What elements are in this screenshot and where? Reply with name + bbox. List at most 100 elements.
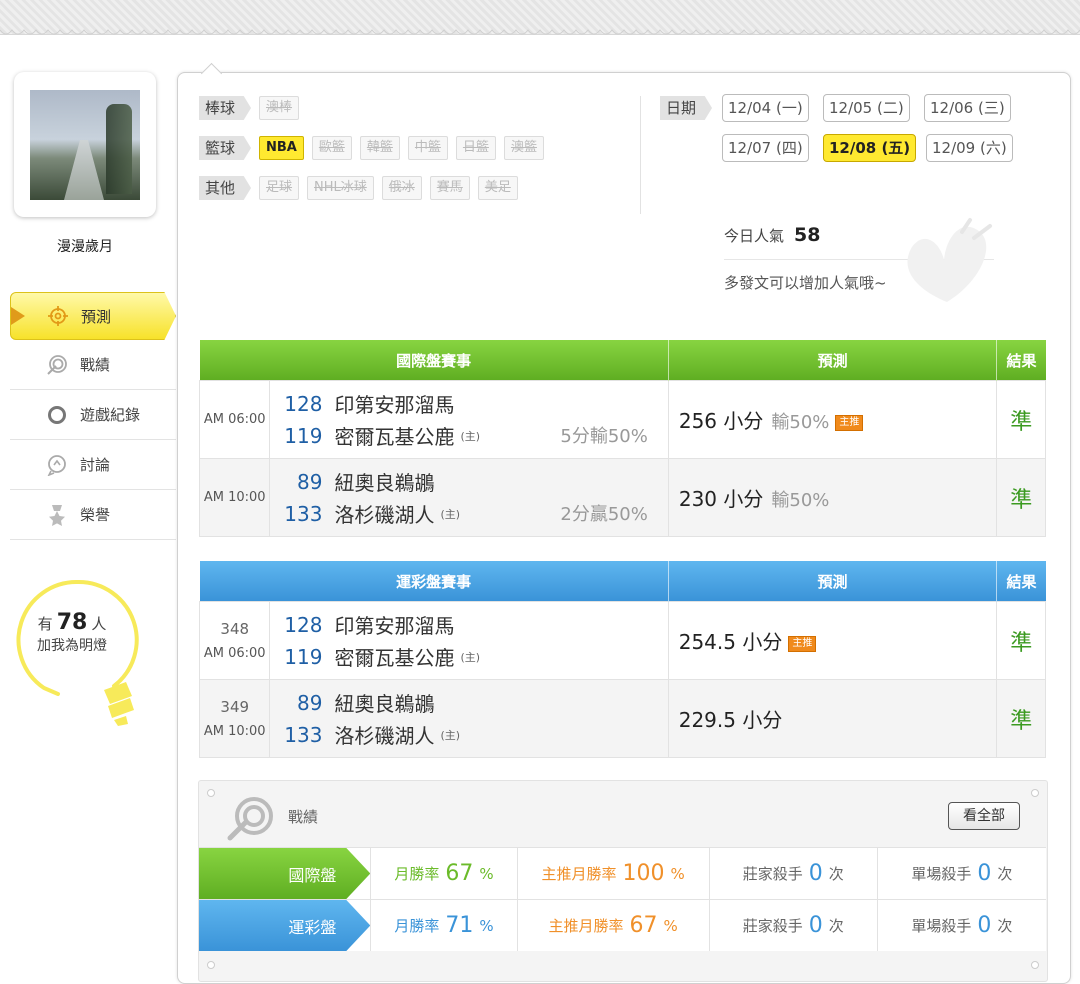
team-name: 洛杉磯湖人 <box>334 503 435 527</box>
spread-result: 5分輸50% <box>560 426 648 447</box>
stat-value: 71 <box>445 913 474 938</box>
popularity: 今日人氣 58 <box>724 224 820 246</box>
filter-divider <box>640 96 641 214</box>
team-number: 89 <box>297 469 323 494</box>
team-number: 119 <box>284 644 323 669</box>
avatar[interactable] <box>30 90 140 200</box>
host-marker: (主) <box>460 429 481 443</box>
bank-killer: 莊家殺手 0 次 <box>708 900 877 951</box>
nav-item-discussion[interactable]: 討論 <box>10 440 176 490</box>
result: 準 <box>996 380 1046 459</box>
host-marker: (主) <box>440 728 461 742</box>
team-name: 紐奧良鵜鶘 <box>334 692 435 716</box>
monthly-win-rate: 月勝率 71% <box>370 900 516 951</box>
nav-item-honor[interactable]: 榮譽 <box>10 490 176 540</box>
fan-count[interactable]: 有 78 人 加我為明燈 <box>14 612 130 657</box>
nav-item-predict[interactable]: 預測 <box>10 292 176 340</box>
stat-unit: % <box>670 864 685 883</box>
tag-horse-racing[interactable]: 賽馬 <box>429 176 470 200</box>
prediction-loss: 輸50% <box>771 412 830 433</box>
host-marker: (主) <box>440 507 461 521</box>
stat-label: 主推月勝率 <box>541 865 617 883</box>
stat-unit: 次 <box>828 865 844 883</box>
game-time: AM 10:00 <box>198 458 271 537</box>
stat-unit: % <box>479 864 494 883</box>
category-label: 棒球 <box>199 96 252 120</box>
date-button[interactable]: 12/04 (一) <box>722 94 809 122</box>
tag-nba[interactable]: NBA <box>259 136 304 160</box>
table-row[interactable]: AM 06:00 128 印第安那溜馬 119 密爾瓦基公鹿 (主) 5分輸50% 2… <box>198 380 1046 459</box>
game-number: 348 <box>220 620 250 638</box>
match-cell: 128 印第安那溜馬 119 密爾瓦基公鹿 (主) 5分輸50% <box>269 380 669 459</box>
table-row[interactable]: 348 AM 06:00 128 印第安那溜馬 119 密爾瓦基公鹿 (主) 254.… <box>198 601 1046 680</box>
main-pick-win-rate: 主推月勝率 67% <box>516 900 709 951</box>
stat-unit: 次 <box>997 865 1013 883</box>
nav-label: 預測 <box>81 307 112 326</box>
monthly-win-rate: 月勝率 67% <box>370 848 516 899</box>
corner-dot <box>1031 789 1039 797</box>
date-button[interactable]: 12/09 (六) <box>926 134 1013 162</box>
tag-euro-basketball[interactable]: 歐籃 <box>311 136 352 160</box>
see-all-button[interactable]: 看全部 <box>948 802 1020 830</box>
team-name: 洛杉磯湖人 <box>334 724 435 748</box>
table-row[interactable]: 349 AM 10:00 89 紐奧良鵜鶘 133 洛杉磯湖人 (主) 229.5 小… <box>198 679 1046 758</box>
main-pick-badge: 主推 <box>788 635 817 652</box>
stat-unit: 次 <box>997 917 1013 935</box>
stat-value: 0 <box>808 913 823 938</box>
team-number: 119 <box>284 423 323 448</box>
fan-count-number: 78 <box>56 610 88 635</box>
date-button[interactable]: 12/06 (三) <box>924 94 1011 122</box>
tag-china-basketball[interactable]: 中籃 <box>407 136 448 160</box>
nav-label: 戰績 <box>80 356 111 374</box>
team-name: 印第安那溜馬 <box>334 393 455 417</box>
prediction-loss: 輸50% <box>771 490 830 511</box>
category-basketball: 籃球 NBA 歐籃 韓籃 中籃 日籃 澳籃 <box>199 135 544 161</box>
team-name: 密爾瓦基公鹿 <box>334 425 455 449</box>
tag-japan-basketball[interactable]: 日籃 <box>455 136 496 160</box>
avatar-card[interactable] <box>14 72 156 217</box>
table-row[interactable]: AM 10:00 89 紐奧良鵜鶘 133 洛杉磯湖人 (主) 2分贏50% 230 … <box>198 458 1046 537</box>
tag-korea-basketball[interactable]: 韓籃 <box>359 136 400 160</box>
corner-dot <box>1031 961 1039 969</box>
tag-russia-hockey[interactable]: 俄冰 <box>381 176 422 200</box>
lottery-header-result: 結果 <box>996 561 1046 602</box>
stat-label: 莊家殺手 <box>742 917 803 935</box>
date-button-selected[interactable]: 12/08 (五) <box>823 134 917 162</box>
tag-aus-baseball[interactable]: 澳棒 <box>259 96 300 120</box>
team-name: 密爾瓦基公鹿 <box>334 646 455 670</box>
team-name: 紐奧良鵜鶘 <box>334 471 435 495</box>
single-killer: 單場殺手 0 次 <box>876 900 1046 951</box>
record-row-intl: 國際盤 月勝率 67% 主推月勝率 100% 莊家殺手 0 次 單場殺手 0 次 <box>199 847 1046 899</box>
game-time-cell: 349 AM 10:00 <box>198 679 271 758</box>
team-number: 133 <box>284 501 323 526</box>
result: 準 <box>996 679 1046 758</box>
nav-item-game-log[interactable]: 遊戲紀錄 <box>10 390 176 440</box>
nav-item-record[interactable]: 戰績 <box>10 340 176 390</box>
scallop-edge <box>0 29 1080 35</box>
date-button[interactable]: 12/07 (四) <box>722 134 809 162</box>
lottery-table: 運彩盤賽事 預測 結果 348 AM 06:00 128 印第安那溜馬 119 密爾… <box>198 561 1046 758</box>
record-target-icon <box>227 797 273 841</box>
team-number: 128 <box>284 391 323 416</box>
match-cell: 89 紐奧良鵜鶘 133 洛杉磯湖人 (主) <box>269 679 669 758</box>
tag-soccer[interactable]: 足球 <box>259 176 300 200</box>
stat-label: 月勝率 <box>394 917 440 935</box>
tag-nhl[interactable]: NHL冰球 <box>307 176 374 200</box>
nav-label: 遊戲紀錄 <box>80 406 141 424</box>
popularity-message: 多發文可以增加人氣哦~ <box>724 274 887 292</box>
tag-aus-basketball[interactable]: 澳籃 <box>503 136 544 160</box>
stat-value: 67 <box>445 861 474 886</box>
tag-american-football[interactable]: 美足 <box>477 176 518 200</box>
date-button[interactable]: 12/05 (二) <box>823 94 910 122</box>
result: 準 <box>996 601 1046 680</box>
avatar-path-shape <box>64 140 104 200</box>
stat-value: 0 <box>977 913 992 938</box>
intl-header-match: 國際盤賽事 <box>199 340 669 381</box>
medal-icon <box>44 504 70 526</box>
stat-unit: 次 <box>828 917 844 935</box>
record-row-label: 國際盤 <box>199 848 371 899</box>
butterfly-icon <box>907 218 992 302</box>
game-number: 349 <box>220 698 250 716</box>
stat-unit: % <box>663 916 678 935</box>
single-killer: 單場殺手 0 次 <box>876 848 1046 899</box>
